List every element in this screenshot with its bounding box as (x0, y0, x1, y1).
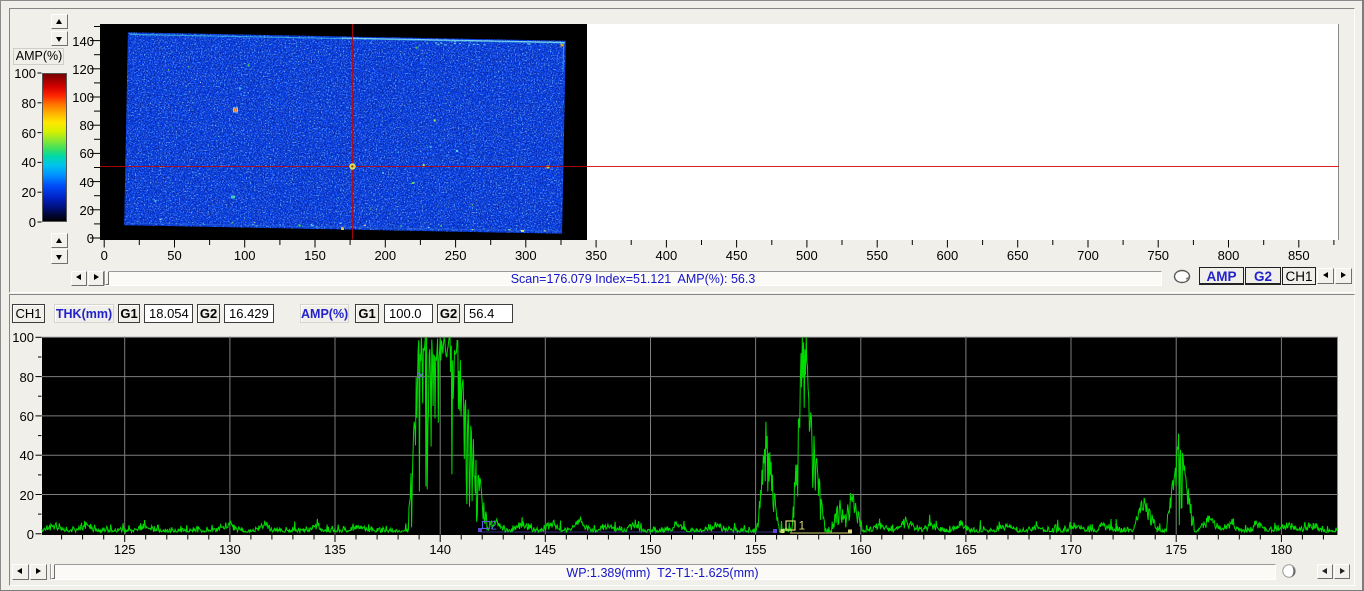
svg-text:165: 165 (955, 542, 977, 557)
svg-text:120: 120 (72, 62, 94, 77)
svg-text:850: 850 (1288, 248, 1310, 263)
svg-text:200: 200 (374, 248, 396, 263)
svg-text:145: 145 (534, 542, 556, 557)
svg-text:40: 40 (80, 175, 94, 190)
svg-text:1: 1 (799, 519, 806, 533)
svg-text:500: 500 (796, 248, 818, 263)
svg-text:550: 550 (866, 248, 888, 263)
svg-text:0: 0 (101, 248, 108, 263)
svg-text:20: 20 (22, 185, 36, 200)
svg-text:170: 170 (1060, 542, 1082, 557)
svg-text:155: 155 (745, 542, 767, 557)
svg-text:60: 60 (22, 126, 36, 141)
svg-text:350: 350 (585, 248, 607, 263)
svg-text:60: 60 (80, 146, 94, 161)
svg-text:0: 0 (87, 231, 94, 246)
svg-text:80: 80 (80, 118, 94, 133)
svg-text:140: 140 (72, 34, 94, 49)
svg-text:20: 20 (80, 203, 94, 218)
svg-text:450: 450 (726, 248, 748, 263)
svg-text:800: 800 (1218, 248, 1240, 263)
svg-text:175: 175 (1165, 542, 1187, 557)
svg-text:0: 0 (29, 215, 36, 230)
svg-text:130: 130 (219, 542, 241, 557)
svg-text:140: 140 (429, 542, 451, 557)
svg-text:600: 600 (937, 248, 959, 263)
svg-text:60: 60 (20, 409, 34, 424)
svg-text:700: 700 (1077, 248, 1099, 263)
svg-text:0: 0 (27, 527, 34, 542)
svg-text:40: 40 (20, 448, 34, 463)
svg-text:100: 100 (234, 248, 256, 263)
svg-text:160: 160 (850, 542, 872, 557)
svg-text:250: 250 (445, 248, 467, 263)
svg-text:100: 100 (14, 66, 36, 81)
svg-text:135: 135 (324, 542, 346, 557)
svg-text:650: 650 (1007, 248, 1029, 263)
svg-text:2: 2 (491, 521, 497, 533)
svg-text:180: 180 (1271, 542, 1293, 557)
svg-text:150: 150 (640, 542, 662, 557)
svg-text:80: 80 (20, 370, 34, 385)
svg-text:100: 100 (72, 90, 94, 105)
svg-text:750: 750 (1147, 248, 1169, 263)
svg-text:100: 100 (12, 330, 34, 345)
svg-text:AMP(%): AMP(%) (16, 49, 63, 63)
svg-text:50: 50 (167, 248, 181, 263)
svg-text:300: 300 (515, 248, 537, 263)
svg-text:40: 40 (22, 155, 36, 170)
svg-text:80: 80 (22, 96, 36, 111)
svg-text:150: 150 (304, 248, 326, 263)
svg-text:125: 125 (114, 542, 136, 557)
svg-text:400: 400 (656, 248, 678, 263)
svg-text:20: 20 (20, 488, 34, 503)
